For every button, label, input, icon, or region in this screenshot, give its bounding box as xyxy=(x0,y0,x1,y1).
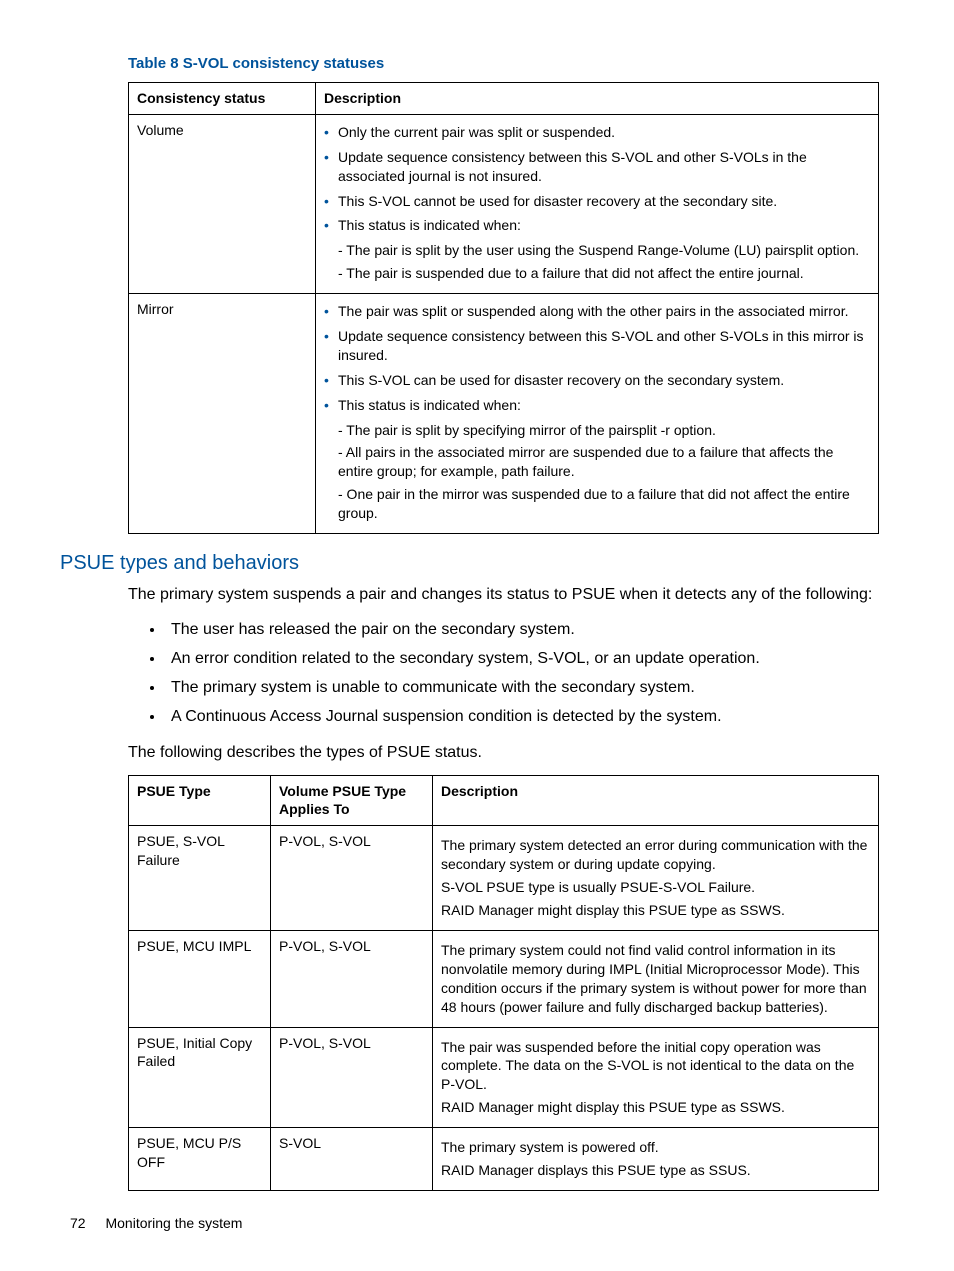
cell-bullet: This status is indicated when: xyxy=(324,216,870,235)
table8-row-desc: The pair was split or suspended along wi… xyxy=(316,294,879,534)
cell-subline: - The pair is suspended due to a failure… xyxy=(338,264,870,283)
cell-bullet: This S-VOL can be used for disaster reco… xyxy=(324,371,870,390)
cell-bullet: This status is indicated when: xyxy=(324,396,870,415)
table9-row-desc: The pair was suspended before the initia… xyxy=(433,1027,879,1128)
table8-caption: Table 8 S-VOL consistency statuses xyxy=(128,55,879,72)
page-number: 72 xyxy=(70,1215,86,1231)
psue-list: The user has released the pair on the se… xyxy=(130,616,879,731)
psue-heading: PSUE types and behaviors xyxy=(60,552,879,575)
table9-header-applies: Volume PSUE Type Applies To xyxy=(271,775,433,826)
desc-line: RAID Manager might display this PSUE typ… xyxy=(441,901,870,920)
psue-list-item: The primary system is unable to communic… xyxy=(165,674,879,703)
table9-row-desc: The primary system detected an error dur… xyxy=(433,826,879,931)
table8-header-status: Consistency status xyxy=(129,83,316,115)
table9-header-desc: Description xyxy=(433,775,879,826)
table9-row-type: PSUE, MCU P/S OFF xyxy=(129,1128,271,1191)
table9-row-type: PSUE, MCU IMPL xyxy=(129,930,271,1027)
cell-subline: - All pairs in the associated mirror are… xyxy=(338,443,870,481)
table8-header-desc: Description xyxy=(316,83,879,115)
table9: PSUE Type Volume PSUE Type Applies To De… xyxy=(128,775,879,1191)
desc-line: The primary system is powered off. xyxy=(441,1138,870,1157)
cell-bullet: This S-VOL cannot be used for disaster r… xyxy=(324,192,870,211)
table9-row-type: PSUE, Initial Copy Failed xyxy=(129,1027,271,1128)
table9-row-type: PSUE, S-VOL Failure xyxy=(129,826,271,931)
table8-row-status: Mirror xyxy=(129,294,316,534)
table9-header-type: PSUE Type xyxy=(129,775,271,826)
desc-line: The primary system could not find valid … xyxy=(441,941,870,1017)
desc-line: The primary system detected an error dur… xyxy=(441,836,870,874)
cell-bullet: Only the current pair was split or suspe… xyxy=(324,123,870,142)
psue-intro: The primary system suspends a pair and c… xyxy=(128,583,879,606)
table9-row-applies: P-VOL, S-VOL xyxy=(271,1027,433,1128)
cell-bullet: Update sequence consistency between this… xyxy=(324,148,870,186)
table9-row-applies: S-VOL xyxy=(271,1128,433,1191)
table8-row-status: Volume xyxy=(129,114,316,293)
cell-bullet: Update sequence consistency between this… xyxy=(324,327,870,365)
table8-row-desc: Only the current pair was split or suspe… xyxy=(316,114,879,293)
desc-line: The pair was suspended before the initia… xyxy=(441,1038,870,1095)
footer-title: Monitoring the system xyxy=(105,1215,242,1231)
desc-line: RAID Manager might display this PSUE typ… xyxy=(441,1098,870,1117)
cell-bullet: The pair was split or suspended along wi… xyxy=(324,302,870,321)
page-footer: 72 Monitoring the system xyxy=(70,1215,242,1231)
cell-subline: - One pair in the mirror was suspended d… xyxy=(338,485,870,523)
table9-row-applies: P-VOL, S-VOL xyxy=(271,930,433,1027)
psue-list-item: A Continuous Access Journal suspension c… xyxy=(165,703,879,732)
table9-row-desc: The primary system could not find valid … xyxy=(433,930,879,1027)
psue-outro: The following describes the types of PSU… xyxy=(128,741,879,764)
psue-list-item: An error condition related to the second… xyxy=(165,645,879,674)
table9-row-desc: The primary system is powered off. RAID M… xyxy=(433,1128,879,1191)
desc-line: RAID Manager displays this PSUE type as … xyxy=(441,1161,870,1180)
psue-list-item: The user has released the pair on the se… xyxy=(165,616,879,645)
table8: Consistency status Description Volume Onl… xyxy=(128,82,879,534)
cell-subline: - The pair is split by specifying mirror… xyxy=(338,421,870,440)
desc-line: S-VOL PSUE type is usually PSUE-S-VOL Fa… xyxy=(441,878,870,897)
cell-subline: - The pair is split by the user using th… xyxy=(338,241,870,260)
table9-row-applies: P-VOL, S-VOL xyxy=(271,826,433,931)
